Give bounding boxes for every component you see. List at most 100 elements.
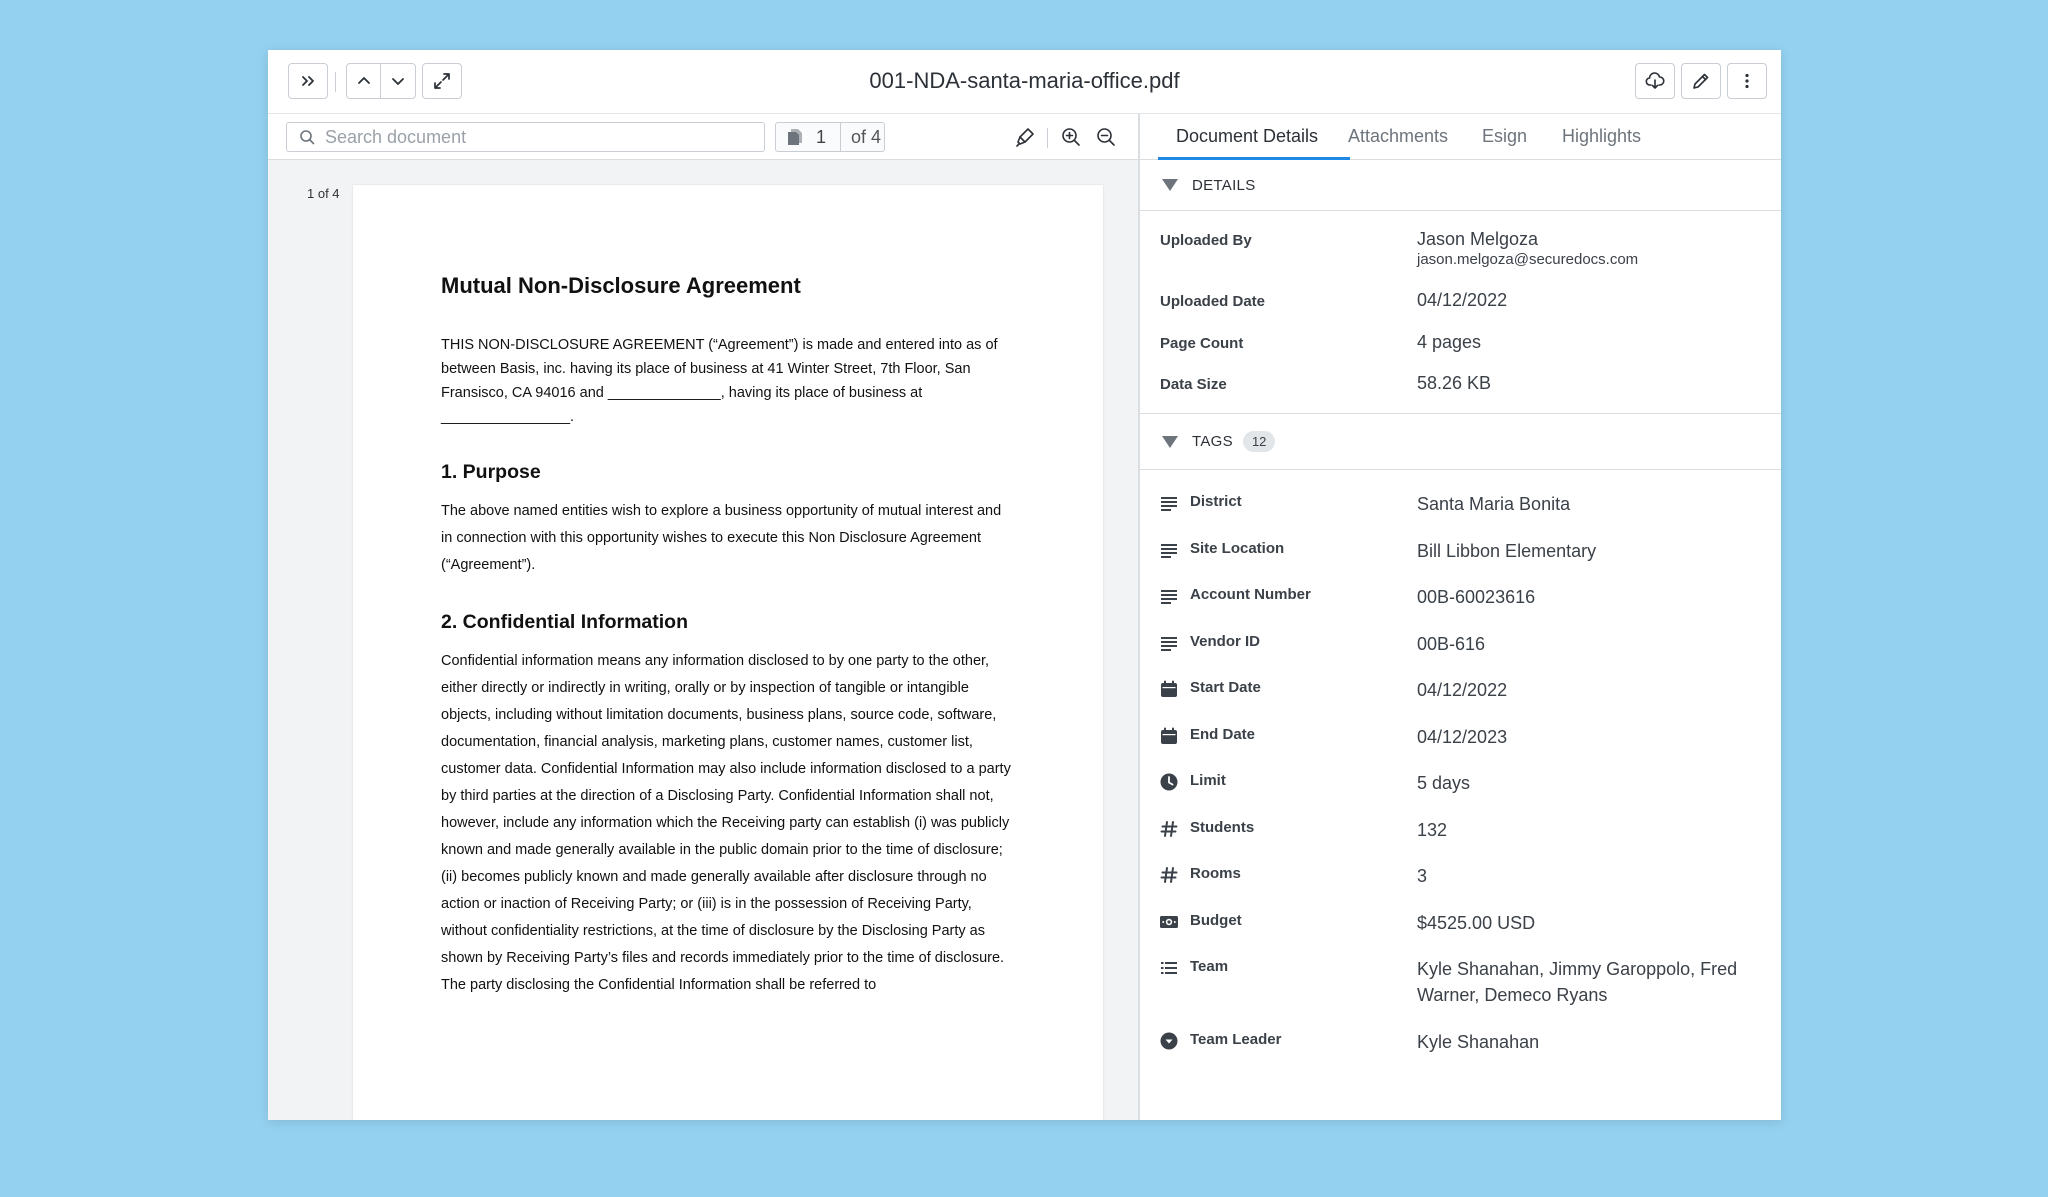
tag-value: Kyle Shanahan, Jimmy Garoppolo, Fred War… [1417, 959, 1738, 1005]
hash-icon [1159, 865, 1179, 885]
tag-label: Account Number [1190, 586, 1311, 603]
kebab-menu-icon [1745, 73, 1749, 89]
section-heading-purpose: 1. Purpose [441, 461, 541, 483]
page-indicator: 1 of 4 [307, 186, 340, 201]
tags-section-header[interactable]: TAGS 12 [1140, 414, 1781, 470]
document-viewer[interactable]: 1 of 4 Mutual Non-Disclosure Agreement T… [268, 160, 1138, 1120]
document-title: 001-NDA-santa-maria-office.pdf [869, 68, 1180, 93]
hash-icon [1159, 819, 1179, 839]
clock-icon [1159, 772, 1179, 792]
document-page: Mutual Non-Disclosure Agreement THIS NON… [353, 185, 1103, 1120]
collapse-triangle-icon [1162, 179, 1178, 191]
download-button[interactable] [1635, 63, 1675, 99]
details-panel: Document Details Attachments Esign Highl… [1138, 114, 1781, 1120]
edit-button[interactable] [1681, 63, 1721, 99]
zoom-in-icon [1062, 128, 1080, 146]
detail-value: 58.26 KB [1417, 373, 1492, 393]
tab-highlights[interactable]: Highlights [1562, 126, 1641, 147]
dropdown-circle-icon [1159, 1031, 1179, 1051]
annotate-button[interactable] [1014, 126, 1036, 148]
viewer-toolbar: 1 of 4 [268, 114, 1138, 160]
calendar-icon [1159, 679, 1179, 699]
tag-value: Santa Maria Bonita [1417, 494, 1571, 514]
section-body-confidential: Confidential information means any infor… [441, 653, 1011, 993]
document-viewer-window: 001-NDA-santa-maria-office.pdf 1 of 4 [268, 50, 1781, 1120]
tags-count-badge: 12 [1242, 431, 1276, 452]
pages-icon [788, 129, 802, 145]
tag-row-team-leader: Team Leader Kyle Shanahan [1140, 1029, 1781, 1055]
details-list: Uploaded By Jason Melgoza jason.melgoza@… [1140, 211, 1781, 414]
detail-value: 4 pages [1417, 332, 1482, 352]
zoom-out-icon [1097, 128, 1115, 146]
toolbar-divider [1047, 128, 1048, 148]
detail-label: Uploaded Date [1160, 293, 1266, 310]
tag-value: 3 [1417, 866, 1428, 886]
uploader-name: Jason Melgoza [1417, 229, 1539, 249]
current-page-number[interactable]: 1 [816, 127, 832, 148]
detail-label: Data Size [1160, 376, 1227, 393]
tag-label: Budget [1190, 912, 1242, 929]
tag-label: Team [1190, 958, 1229, 975]
search-box[interactable] [286, 122, 765, 152]
uploader-email: jason.melgoza@securedocs.com [1417, 251, 1639, 268]
tag-value: Bill Libbon Elementary [1417, 541, 1597, 561]
money-icon [1159, 912, 1179, 932]
tag-label: Start Date [1190, 679, 1261, 696]
text-lines-icon [1159, 493, 1179, 513]
more-options-button[interactable] [1727, 63, 1767, 99]
tag-label: Rooms [1190, 865, 1241, 882]
tab-attachments[interactable]: Attachments [1348, 126, 1448, 147]
tab-document-details[interactable]: Document Details [1176, 126, 1318, 147]
detail-label: Page Count [1160, 335, 1244, 352]
list-icon [1159, 958, 1179, 978]
tag-row-account-number: Account Number 00B-60023616 [1140, 584, 1781, 610]
panel-tabs: Document Details Attachments Esign Highl… [1140, 114, 1781, 160]
tag-row-rooms: Rooms 3 [1140, 863, 1781, 889]
tag-row-district: District Santa Maria Bonita [1140, 491, 1781, 517]
tag-row-students: Students 132 [1140, 817, 1781, 843]
search-icon [300, 130, 315, 145]
title-bar: 001-NDA-santa-maria-office.pdf [268, 50, 1781, 114]
tag-label: District [1190, 493, 1242, 510]
zoom-in-button[interactable] [1060, 126, 1082, 148]
document-intro: THIS NON-DISCLOSURE AGREEMENT (“Agreemen… [441, 337, 998, 425]
collapse-triangle-icon [1162, 435, 1178, 448]
tag-value: 132 [1417, 820, 1448, 840]
tag-value: $4525.00 USD [1417, 913, 1536, 933]
text-lines-icon [1159, 540, 1179, 560]
tag-label: Limit [1190, 772, 1226, 789]
tag-value: 00B-60023616 [1417, 587, 1536, 607]
tag-label: Students [1190, 819, 1255, 836]
tag-value: 00B-616 [1417, 634, 1486, 654]
search-input[interactable] [325, 126, 745, 148]
tag-label: End Date [1190, 726, 1256, 743]
details-section-header[interactable]: DETAILS [1140, 160, 1781, 211]
tag-value: 5 days [1417, 773, 1471, 793]
tag-row-site-location: Site Location Bill Libbon Elementary [1140, 538, 1781, 564]
tab-esign[interactable]: Esign [1482, 126, 1527, 147]
pencil-icon [1693, 73, 1709, 89]
text-lines-icon [1159, 633, 1179, 653]
tag-row-budget: Budget $4525.00 USD [1140, 910, 1781, 936]
detail-value: 04/12/2022 [1417, 290, 1508, 310]
zoom-out-button[interactable] [1095, 126, 1117, 148]
calendar-icon [1159, 726, 1179, 746]
page-total: of 4 [851, 126, 882, 147]
page-selector[interactable]: 1 of 4 [775, 122, 885, 152]
tag-row-vendor-id: Vendor ID 00B-616 [1140, 631, 1781, 657]
tag-label: Team Leader [1190, 1031, 1282, 1048]
page-divider [840, 123, 841, 151]
details-section-title: DETAILS [1192, 176, 1256, 194]
detail-label: Uploaded By [1160, 232, 1252, 249]
tag-value: 04/12/2023 [1417, 727, 1508, 747]
cloud-download-icon [1645, 72, 1665, 89]
section-body-purpose: The above named entities wish to explore… [441, 503, 1002, 573]
tag-row-limit: Limit 5 days [1140, 770, 1781, 796]
tag-row-start-date: Start Date 04/12/2022 [1140, 677, 1781, 703]
text-lines-icon [1159, 586, 1179, 606]
page-content: Mutual Non-Disclosure Agreement THIS NON… [441, 273, 1011, 999]
tag-row-end-date: End Date 04/12/2023 [1140, 724, 1781, 750]
section-heading-confidential: 2. Confidential Information [441, 611, 688, 633]
highlighter-icon [1016, 128, 1034, 147]
tag-value: 04/12/2022 [1417, 680, 1508, 700]
